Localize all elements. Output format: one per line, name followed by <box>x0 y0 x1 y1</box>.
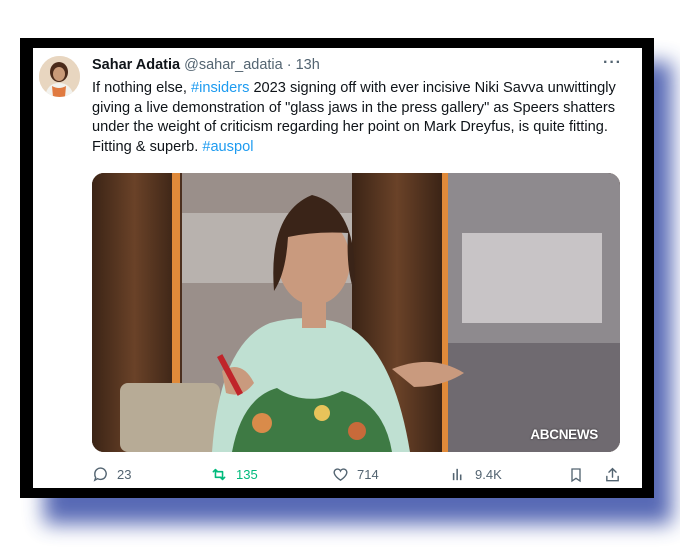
avatar[interactable] <box>39 56 80 97</box>
hashtag-insiders[interactable]: #insiders <box>191 80 249 96</box>
reply-icon <box>92 466 109 483</box>
bookmark-icon <box>568 466 584 484</box>
action-bar: 23 135 714 9.4K <box>92 466 627 486</box>
like-button[interactable]: 714 <box>332 466 379 483</box>
author-name[interactable]: Sahar Adatia <box>92 57 180 73</box>
retweet-button[interactable]: 135 <box>210 466 258 483</box>
video-frame <box>92 173 620 452</box>
views-icon <box>450 466 467 483</box>
tweet-card[interactable]: Sahar Adatia @sahar_adatia · 13h ··· If … <box>33 48 642 488</box>
tweet-text-part: If nothing else, <box>92 80 191 96</box>
reply-button[interactable]: 23 <box>92 466 131 483</box>
retweet-count: 135 <box>236 467 258 482</box>
reply-count: 23 <box>117 467 132 482</box>
views-count: 9.4K <box>475 467 502 482</box>
share-icon <box>604 466 621 484</box>
retweet-icon <box>210 466 228 483</box>
bookmark-button[interactable] <box>568 466 584 484</box>
tweet-header: Sahar Adatia @sahar_adatia · 13h <box>92 57 320 73</box>
like-icon <box>332 466 349 483</box>
author-handle[interactable]: @sahar_adatia <box>184 57 283 73</box>
tweet-time[interactable]: · 13h <box>287 57 320 73</box>
like-count: 714 <box>357 467 379 482</box>
logo-text: NEWS <box>558 427 599 442</box>
hashtag-auspol[interactable]: #auspol <box>202 139 253 155</box>
tweet-text: If nothing else, #insiders 2023 signing … <box>92 79 637 157</box>
share-button[interactable] <box>604 466 621 484</box>
more-icon[interactable]: ··· <box>603 54 622 72</box>
views-button[interactable]: 9.4K <box>450 466 502 483</box>
abc-news-logo: ABCNEWS <box>530 427 598 442</box>
tweet-video[interactable]: ABCNEWS <box>92 173 620 452</box>
